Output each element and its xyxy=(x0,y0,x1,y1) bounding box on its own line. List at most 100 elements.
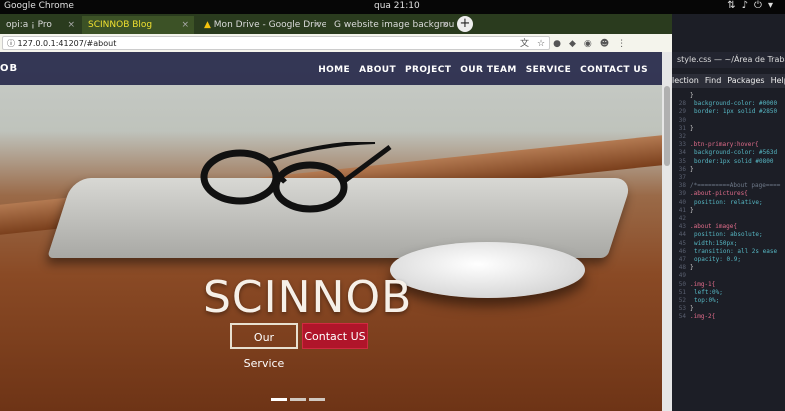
code-line[interactable]: 29 border: 1px solid #2850 xyxy=(672,108,785,116)
code-text: } xyxy=(690,305,694,313)
tab-0-label: opi:a ¡ Pro xyxy=(6,20,52,30)
menu-icon[interactable]: ⋮ xyxy=(617,39,634,49)
code-text: } xyxy=(690,264,694,272)
toolbar-icons: 文☆●◆◉☻⋮ xyxy=(520,36,634,49)
editor-title: style.css — ~/Área de Trabalho xyxy=(672,52,785,68)
tab-google-drive[interactable]: ▲ Mon Drive - Google Drive × xyxy=(198,16,326,34)
drive-icon: ▲ xyxy=(204,20,211,30)
tab-website-image[interactable]: G website image backgrou × xyxy=(328,16,454,34)
close-icon[interactable]: × xyxy=(441,16,449,34)
code-line[interactable]: 50 .img-1{ xyxy=(672,281,785,289)
code-text: } xyxy=(690,92,694,99)
code-text: } xyxy=(690,165,694,173)
code-text: } xyxy=(690,206,694,214)
editor-menubar: lection Find Packages Help xyxy=(672,74,785,88)
settings-icon[interactable]: ▾ xyxy=(768,0,779,11)
code-line[interactable]: 48} xyxy=(672,264,785,272)
line-number: 30 xyxy=(678,116,686,124)
code-line[interactable]: 46 transition: all 2s ease xyxy=(672,248,785,256)
code-line[interactable]: 49 xyxy=(672,272,785,280)
code-line[interactable]: 51 left:0%; xyxy=(672,289,785,297)
tab-scinnob-blog[interactable]: SCINNOB Blog × xyxy=(82,16,194,34)
code-line[interactable]: 42 xyxy=(672,215,785,223)
nav-about[interactable]: ABOUT xyxy=(359,65,396,75)
code-line[interactable]: 30 xyxy=(672,117,785,125)
code-line[interactable]: 34 background-color: #563d xyxy=(672,149,785,157)
code-lines[interactable]: } 28 background-color: #0000 29 border: 1px … xyxy=(672,92,785,322)
code-text: opacity: 0.9; xyxy=(694,256,741,264)
code-line[interactable]: 47 opacity: 0.9; xyxy=(672,256,785,264)
carousel-dot[interactable] xyxy=(290,398,306,401)
scrollbar-thumb[interactable] xyxy=(664,86,670,166)
code-line[interactable]: 39 .about-pictures{ xyxy=(672,190,785,198)
network-icon[interactable]: ⇅ xyxy=(727,0,741,11)
nav-service[interactable]: SERVICE xyxy=(526,65,571,75)
code-line[interactable]: 28 background-color: #0000 xyxy=(672,100,785,108)
new-tab-button[interactable]: + xyxy=(457,16,473,32)
code-line[interactable]: 36} xyxy=(672,166,785,174)
tab-0[interactable]: opi:a ¡ Pro × xyxy=(0,16,80,34)
code-text: .btn-primary:hover{ xyxy=(690,141,759,149)
site-brand[interactable]: OB xyxy=(0,63,18,74)
carousel-dot[interactable] xyxy=(309,398,325,401)
menu-find[interactable]: Find xyxy=(705,76,721,85)
translate-icon[interactable]: 文 xyxy=(520,39,537,49)
code-line[interactable]: 33 .btn-primary:hover{ xyxy=(672,141,785,149)
code-line[interactable]: 44 position: absolute; xyxy=(672,231,785,239)
info-icon[interactable]: ⓘ xyxy=(7,39,15,48)
code-line[interactable]: 32 xyxy=(672,133,785,141)
code-line[interactable]: 54 .img-2{ xyxy=(672,313,785,321)
code-line[interactable]: 35 border:1px solid #0800 xyxy=(672,158,785,166)
line-number: 31 xyxy=(678,124,686,132)
code-text: .about-pictures{ xyxy=(690,190,748,198)
address-bar[interactable]: ⓘ 127.0.0.1:41207/#about xyxy=(2,36,550,50)
line-number: 28 xyxy=(678,100,686,108)
menu-help[interactable]: Help xyxy=(771,76,785,85)
line-number: 47 xyxy=(678,256,686,264)
bookmark-star-icon[interactable]: ☆ xyxy=(537,39,553,49)
extension-icon[interactable]: ● xyxy=(553,39,569,49)
power-icon[interactable]: ⏻ xyxy=(754,0,768,11)
line-number: 54 xyxy=(678,313,686,321)
close-icon[interactable]: × xyxy=(313,16,321,34)
line-number: 38 xyxy=(678,182,686,190)
active-app-name[interactable]: Google Chrome xyxy=(4,1,74,11)
code-line[interactable]: 43 .about image{ xyxy=(672,223,785,231)
menu-packages[interactable]: Packages xyxy=(727,76,764,85)
close-icon[interactable]: × xyxy=(181,16,189,34)
code-line[interactable]: 41} xyxy=(672,207,785,215)
code-line[interactable]: 53} xyxy=(672,305,785,313)
page-scrollbar[interactable] xyxy=(662,52,672,411)
menu-selection[interactable]: lection xyxy=(672,76,699,85)
code-line[interactable]: 37 xyxy=(672,174,785,182)
extension-icon[interactable]: ◉ xyxy=(584,39,600,49)
carousel-indicators xyxy=(271,398,325,401)
nav-project[interactable]: PROJECT xyxy=(405,65,451,75)
system-indicators[interactable]: ⇅♪⏻▾ xyxy=(727,0,779,11)
extension-icon[interactable]: ◆ xyxy=(569,39,584,49)
code-text: .img-2{ xyxy=(690,313,716,321)
carousel-dot[interactable] xyxy=(271,398,287,401)
nav-home[interactable]: HOME xyxy=(318,65,350,75)
code-line[interactable]: 45 width:150px; xyxy=(672,240,785,248)
code-line[interactable]: 52 top:0%; xyxy=(672,297,785,305)
clock[interactable]: qua 21:10 xyxy=(374,1,420,11)
code-line[interactable]: 31} xyxy=(672,125,785,133)
our-service-button[interactable]: Our Service xyxy=(230,323,298,370)
line-number: 35 xyxy=(678,157,686,165)
contact-us-button[interactable]: Contact US xyxy=(302,323,368,349)
profile-avatar-icon[interactable]: ☻ xyxy=(600,39,617,49)
code-line[interactable]: 40 position: relative; xyxy=(672,199,785,207)
line-number: 40 xyxy=(678,198,686,206)
nav-our-team[interactable]: OUR TEAM xyxy=(460,65,516,75)
line-number: 51 xyxy=(678,288,686,296)
volume-icon[interactable]: ♪ xyxy=(742,0,754,11)
code-editor-window: style.css — ~/Área de Trabalho lection Fi… xyxy=(672,14,785,411)
nav-contact-us[interactable]: CONTACT US xyxy=(580,65,648,75)
tab-2-label: Mon Drive - Google Drive xyxy=(213,20,326,30)
close-icon[interactable]: × xyxy=(67,16,75,34)
code-line[interactable]: 38 /*=========About page==== xyxy=(672,182,785,190)
code-line[interactable]: } xyxy=(672,92,785,100)
